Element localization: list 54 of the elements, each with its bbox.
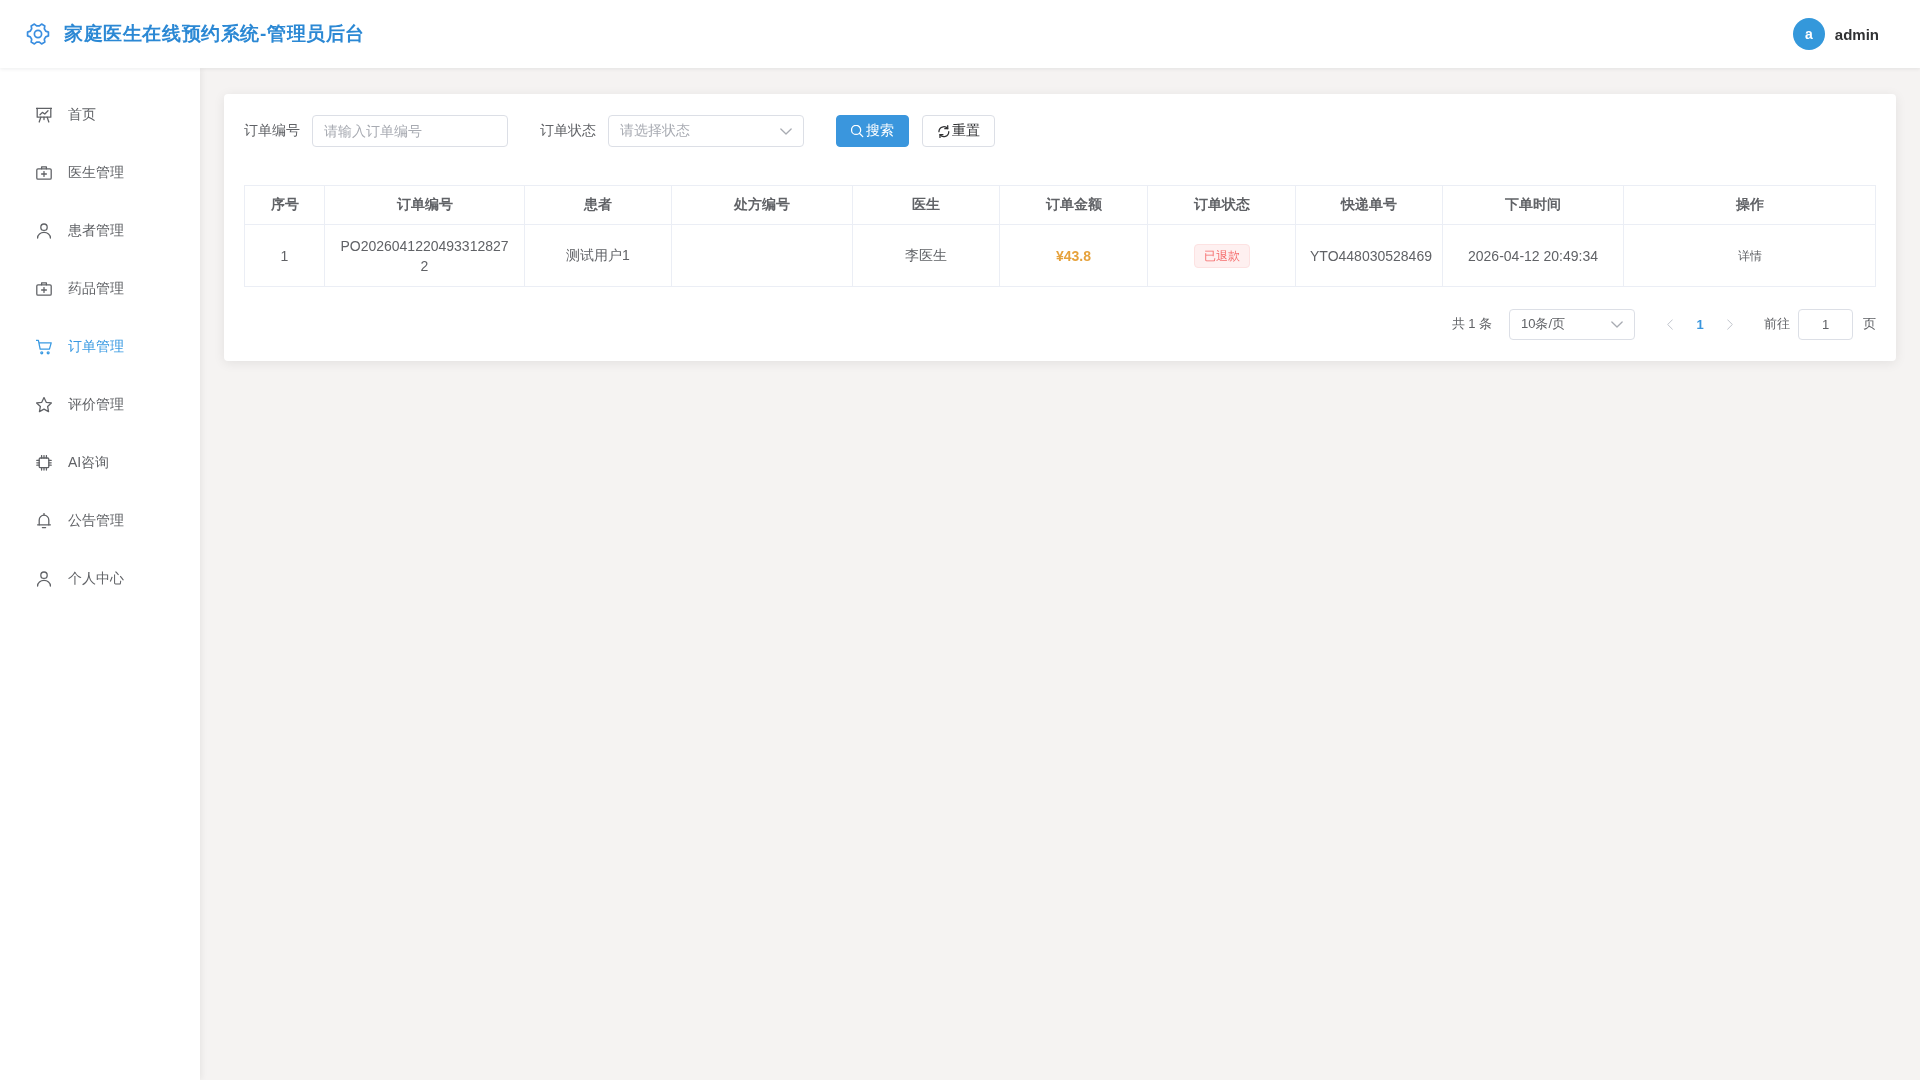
field-label: 订单状态 xyxy=(540,122,596,140)
app-title: 家庭医生在线预约系统-管理员后台 xyxy=(64,22,365,46)
status-tag: 已退款 xyxy=(1193,243,1250,268)
table-cell: YTO448030528469 xyxy=(1295,224,1443,287)
medical-kit-icon xyxy=(36,165,52,181)
column-header: 订单状态 xyxy=(1147,185,1296,225)
chevron-left-icon xyxy=(1667,318,1673,330)
table-cell: 李医生 xyxy=(852,224,1000,287)
star-icon xyxy=(36,397,52,413)
refresh-icon xyxy=(937,124,950,138)
table-cell: 1 xyxy=(244,224,325,287)
detail-link[interactable]: 详情 xyxy=(1737,247,1762,265)
order-number-field[interactable]: 请输入订单编号 xyxy=(312,115,508,147)
sidebar-item[interactable]: 患者管理 xyxy=(36,219,124,243)
sidebar-item[interactable]: AI咨询 xyxy=(36,451,110,475)
chevron-down-icon xyxy=(780,127,792,135)
total-count: 共 1 条 xyxy=(1451,315,1492,333)
chevron-right-icon xyxy=(1727,318,1733,330)
search-icon xyxy=(851,124,864,138)
sidebar-item[interactable]: 首页 xyxy=(36,103,96,127)
bell-icon xyxy=(36,513,52,529)
settings-icon xyxy=(26,22,50,46)
medical-kit-icon xyxy=(36,281,52,297)
page-size-select[interactable]: 10条/页 xyxy=(1509,308,1635,340)
table-cell: PO20260412204933128272 xyxy=(324,224,525,287)
table-cell: 测试用户1 xyxy=(524,224,672,287)
sidebar-item[interactable]: 公告管理 xyxy=(36,509,124,533)
field-label: 订单编号 xyxy=(244,122,300,140)
column-header: 订单金额 xyxy=(999,185,1148,225)
table-cell: ¥43.8 xyxy=(999,224,1148,287)
chip-icon xyxy=(36,455,52,471)
easel-chart-icon xyxy=(36,107,52,123)
user-icon xyxy=(36,223,52,239)
jump-label: 前往 xyxy=(1764,315,1790,333)
reset-button[interactable]: 重置 xyxy=(922,115,995,147)
sidebar-item[interactable]: 药品管理 xyxy=(36,277,124,301)
column-header: 操作 xyxy=(1623,185,1876,225)
column-header: 快递单号 xyxy=(1295,185,1443,225)
column-header: 处方编号 xyxy=(671,185,853,225)
user-icon xyxy=(36,571,52,587)
user-name[interactable]: admin xyxy=(1834,25,1879,43)
column-header: 下单时间 xyxy=(1442,185,1624,225)
sidebar-item[interactable]: 评价管理 xyxy=(36,393,124,417)
column-header: 序号 xyxy=(244,185,325,225)
sidebar-item[interactable]: 个人中心 xyxy=(36,567,124,591)
cart-icon xyxy=(36,339,52,355)
chevron-down-icon xyxy=(1611,320,1623,328)
column-header: 患者 xyxy=(524,185,672,225)
page-jump-field[interactable]: 1 xyxy=(1798,308,1853,340)
column-header: 医生 xyxy=(852,185,1000,225)
column-header: 订单编号 xyxy=(324,185,525,225)
page-unit-label: 页 xyxy=(1863,315,1876,333)
sidebar-item[interactable]: 医生管理 xyxy=(36,161,124,185)
table-cell: 2026-04-12 20:49:34 xyxy=(1442,224,1624,287)
